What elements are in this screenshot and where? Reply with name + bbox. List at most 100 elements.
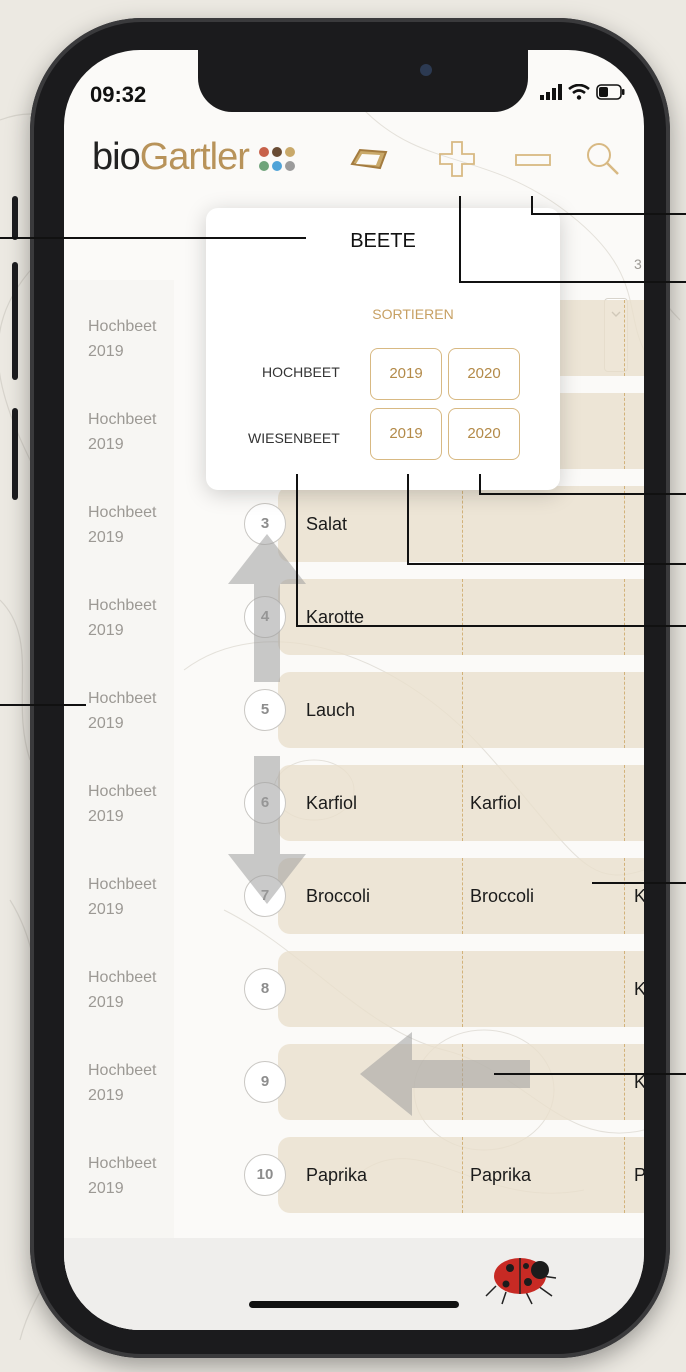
apps-grid-icon[interactable] [258,146,302,174]
plant-cell[interactable]: K [634,1044,644,1120]
bed-number-badge: 10 [244,1154,286,1196]
bed-type-hochbeet: HOCHBEET [262,364,340,380]
sort-label[interactable]: SORTIEREN [266,306,560,322]
bed-row[interactable]: Ka [278,951,644,1027]
status-time: 09:32 [90,82,147,107]
row-label-year: 2019 [88,343,124,360]
plant-cell[interactable]: Lauch [306,672,355,748]
app-logo[interactable]: bioGartler [92,136,250,179]
plant-cell[interactable]: Karfiol [470,765,521,841]
row-label-year: 2019 [88,715,124,732]
year-button-hochbeet-2020[interactable]: 2020 [448,348,520,400]
side-button [12,262,18,380]
callout-line [494,1073,686,1075]
side-button [12,408,18,500]
camera-lens-icon [420,64,432,76]
row-label: Hochbeet 2019 [88,593,188,643]
column-divider [462,858,463,934]
row-label: Hochbeet 2019 [88,779,188,829]
row-label-year: 2019 [88,994,124,1011]
battery-icon [596,84,625,100]
column-hint: 3 [634,256,642,272]
plant-cell[interactable]: Pa [634,1137,644,1213]
callout-line [0,704,86,706]
column-divider [624,393,625,469]
callout-line [479,493,686,495]
row-label-year: 2019 [88,808,124,825]
row-label-bed-type: Hochbeet [88,876,157,893]
year-button-wiesenbeet-2019[interactable]: 2019 [370,408,442,460]
row-label-year: 2019 [88,622,124,639]
row-label-bed-type: Hochbeet [88,1062,157,1079]
row-label-bed-type: Hochbeet [88,318,157,335]
ladybug-icon[interactable] [482,1246,562,1306]
plant-cell[interactable]: K [634,858,644,934]
row-label: Hochbeet 2019 [88,314,188,364]
column-divider [462,672,463,748]
minus-icon[interactable] [514,152,552,168]
column-divider [624,486,625,562]
row-label-bed-type: Hochbeet [88,783,157,800]
bed-row[interactable]: Karfiol Karfiol [278,765,644,841]
row-label: Hochbeet 2019 [88,500,188,550]
callout-line [459,196,461,282]
plant-cell[interactable]: Broccoli [306,858,370,934]
row-label: Hochbeet 2019 [88,1151,188,1201]
app-screen: 09:32 bioGartler 3 Hochbeet 2019 Hochbee… [64,50,644,1330]
row-label: Hochbeet 2019 [88,407,188,457]
beete-popup: BEETE SORTIEREN HOCHBEET 2019 2020 WIESE… [206,208,560,490]
row-label-bed-type: Hochbeet [88,411,157,428]
callout-line [459,281,686,283]
row-label: Hochbeet 2019 [88,1058,188,1108]
column-divider [624,1044,625,1120]
plant-cell[interactable]: Karfiol [306,765,357,841]
row-label-bed-type: Hochbeet [88,597,157,614]
plant-cell[interactable]: Salat [306,486,347,562]
column-divider [462,951,463,1027]
bed-number-badge: 5 [244,689,286,731]
bed-row[interactable]: Salat [278,486,644,562]
year-button-wiesenbeet-2020[interactable]: 2020 [448,408,520,460]
bed-row[interactable]: Karotte [278,579,644,655]
logo-gartler-text: Gartler [139,136,250,178]
row-label-bed-type: Hochbeet [88,1155,157,1172]
row-label-year: 2019 [88,529,124,546]
plant-cell[interactable]: Ka [634,951,644,1027]
bed-row[interactable]: Lauch [278,672,644,748]
plant-cell[interactable]: Paprika [470,1137,531,1213]
plant-cell[interactable]: Paprika [306,1137,367,1213]
bed-row[interactable]: Paprika Paprika Pa [278,1137,644,1213]
column-divider [462,486,463,562]
row-label-year: 2019 [88,1087,124,1104]
column-divider [624,858,625,934]
column-divider [624,579,625,655]
column-divider [624,300,625,376]
side-button [12,196,18,240]
row-label-year: 2019 [88,1180,124,1197]
row-label: Hochbeet 2019 [88,965,188,1015]
callout-line [479,474,481,494]
row-label-bed-type: Hochbeet [88,969,157,986]
plus-icon[interactable] [438,140,476,178]
column-divider [462,579,463,655]
plant-cell[interactable]: Broccoli [470,858,534,934]
row-label-bed-type: Hochbeet [88,690,157,707]
plant-cell[interactable]: Karotte [306,579,364,655]
bed-tray-icon[interactable] [346,144,390,178]
callout-line [407,563,686,565]
signal-icon [540,84,562,100]
callout-line [531,213,686,215]
row-label: Hochbeet 2019 [88,686,188,736]
column-divider [624,765,625,841]
arrow-up-icon [228,534,306,682]
bed-row[interactable]: Broccoli Broccoli K [278,858,644,934]
home-indicator[interactable] [249,1301,459,1308]
status-icons [540,84,626,100]
year-button-hochbeet-2019[interactable]: 2019 [370,348,442,400]
column-divider [624,1137,625,1213]
column-divider [624,951,625,1027]
search-icon[interactable] [584,140,622,178]
row-label-year: 2019 [88,436,124,453]
bed-number-badge: 8 [244,968,286,1010]
popup-title: BEETE [350,230,416,252]
